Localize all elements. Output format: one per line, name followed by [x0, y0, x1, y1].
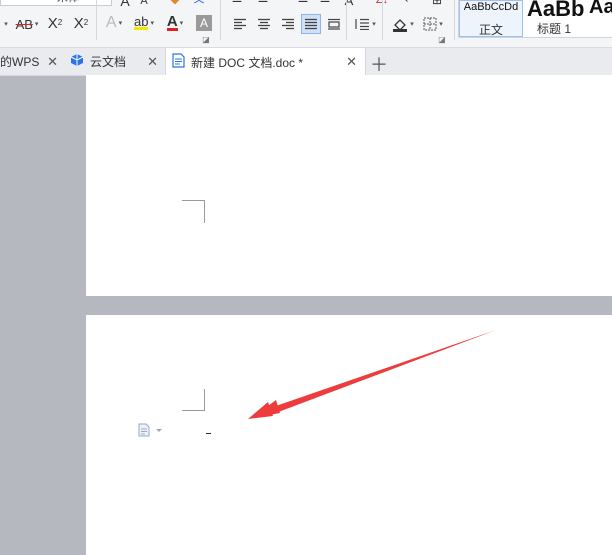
align-right-icon[interactable]: [280, 16, 296, 32]
increase-indent-icon[interactable]: ☰: [318, 0, 332, 4]
tab-label: 的WPS: [0, 55, 40, 69]
font-color-icon[interactable]: A ▾: [162, 14, 188, 32]
strikethrough-icon[interactable]: AB ▾: [14, 17, 40, 31]
font-name-value: 宋体: [57, 0, 79, 4]
distribute-icon[interactable]: [326, 16, 342, 32]
char-shading-icon[interactable]: A: [196, 15, 212, 31]
page-margin-corner-mark: [182, 389, 205, 411]
text-cursor-mark: [206, 433, 211, 434]
style-preview: AaBb: [527, 0, 585, 21]
font-dialog-launcher-icon[interactable]: ◪: [201, 35, 211, 45]
paragraph-dialog-launcher-icon[interactable]: ◪: [437, 35, 447, 45]
document-tab-bar: 的WPS ✕ 云文档 ✕ 新建 DOC 文档.doc * ✕: [0, 48, 612, 76]
phonetic-guide-icon[interactable]: 文: [192, 0, 206, 4]
subscript-icon[interactable]: X2: [72, 15, 90, 31]
tab-new-doc[interactable]: 新建 DOC 文档.doc * ✕: [165, 48, 366, 76]
tab-cloud-docs[interactable]: 云文档 ✕: [64, 48, 164, 75]
cloud-docs-icon: [70, 53, 84, 70]
close-icon[interactable]: ✕: [147, 54, 158, 70]
align-center-icon[interactable]: [256, 16, 272, 32]
superscript-icon[interactable]: X2: [46, 15, 64, 31]
style-preview: AaBbCcDd: [463, 1, 519, 13]
doc-file-icon: [172, 53, 185, 71]
decrease-indent-icon[interactable]: ☰: [296, 0, 310, 4]
bullets-icon[interactable]: ☰: [230, 0, 244, 4]
style-heading-2[interactable]: Aa: [587, 0, 612, 37]
tab-my-wps[interactable]: 的WPS ✕: [0, 48, 62, 75]
underline-dropdown-icon[interactable]: ▾: [0, 17, 10, 31]
ribbon-toolbar: 宋体 A A ◆ 文 ☰ ☰ ☰ ☰ A Z↓ ↵ ⊞ ▾ AB▾ X2 X2 …: [0, 0, 612, 48]
close-icon[interactable]: ✕: [346, 54, 357, 70]
align-left-icon[interactable]: [232, 16, 248, 32]
text-effect-icon[interactable]: A ▾: [102, 15, 126, 31]
char-scaling-icon[interactable]: A: [342, 0, 356, 7]
borders-icon[interactable]: ▾: [420, 15, 446, 33]
paragraph-layout-icon[interactable]: [137, 422, 165, 438]
style-name: 正文: [478, 23, 503, 37]
style-heading-1[interactable]: AaBb 标题 1: [523, 0, 585, 37]
document-page-1[interactable]: [86, 75, 612, 296]
show-marks-icon[interactable]: ↵: [404, 0, 414, 6]
grow-font-icon[interactable]: A: [118, 0, 132, 8]
table-insert-icon[interactable]: ⊞: [430, 0, 444, 6]
line-spacing-icon[interactable]: ▾: [352, 16, 378, 32]
justify-icon[interactable]: [301, 14, 321, 34]
style-name: 标题 1: [536, 22, 571, 36]
tab-label: 新建 DOC 文档.doc *: [191, 55, 304, 70]
highlight-color-icon[interactable]: ab ▾: [130, 15, 158, 31]
tab-label: 云文档: [90, 55, 127, 69]
style-normal[interactable]: AaBbCcDd 正文: [459, 0, 523, 37]
shrink-font-icon[interactable]: A: [137, 0, 151, 6]
styles-gallery: AaBbCcDd 正文 AaBb 标题 1 Aa: [458, 0, 612, 38]
numbering-icon[interactable]: ☰: [256, 0, 270, 4]
page-margin-corner-mark: [182, 200, 205, 223]
new-tab-plus-icon[interactable]: ＋: [370, 51, 388, 77]
close-icon[interactable]: ✕: [47, 54, 58, 70]
clear-format-icon[interactable]: ◆: [168, 0, 182, 5]
style-preview: Aa: [589, 0, 612, 18]
shading-fill-icon[interactable]: ▾: [390, 15, 416, 33]
